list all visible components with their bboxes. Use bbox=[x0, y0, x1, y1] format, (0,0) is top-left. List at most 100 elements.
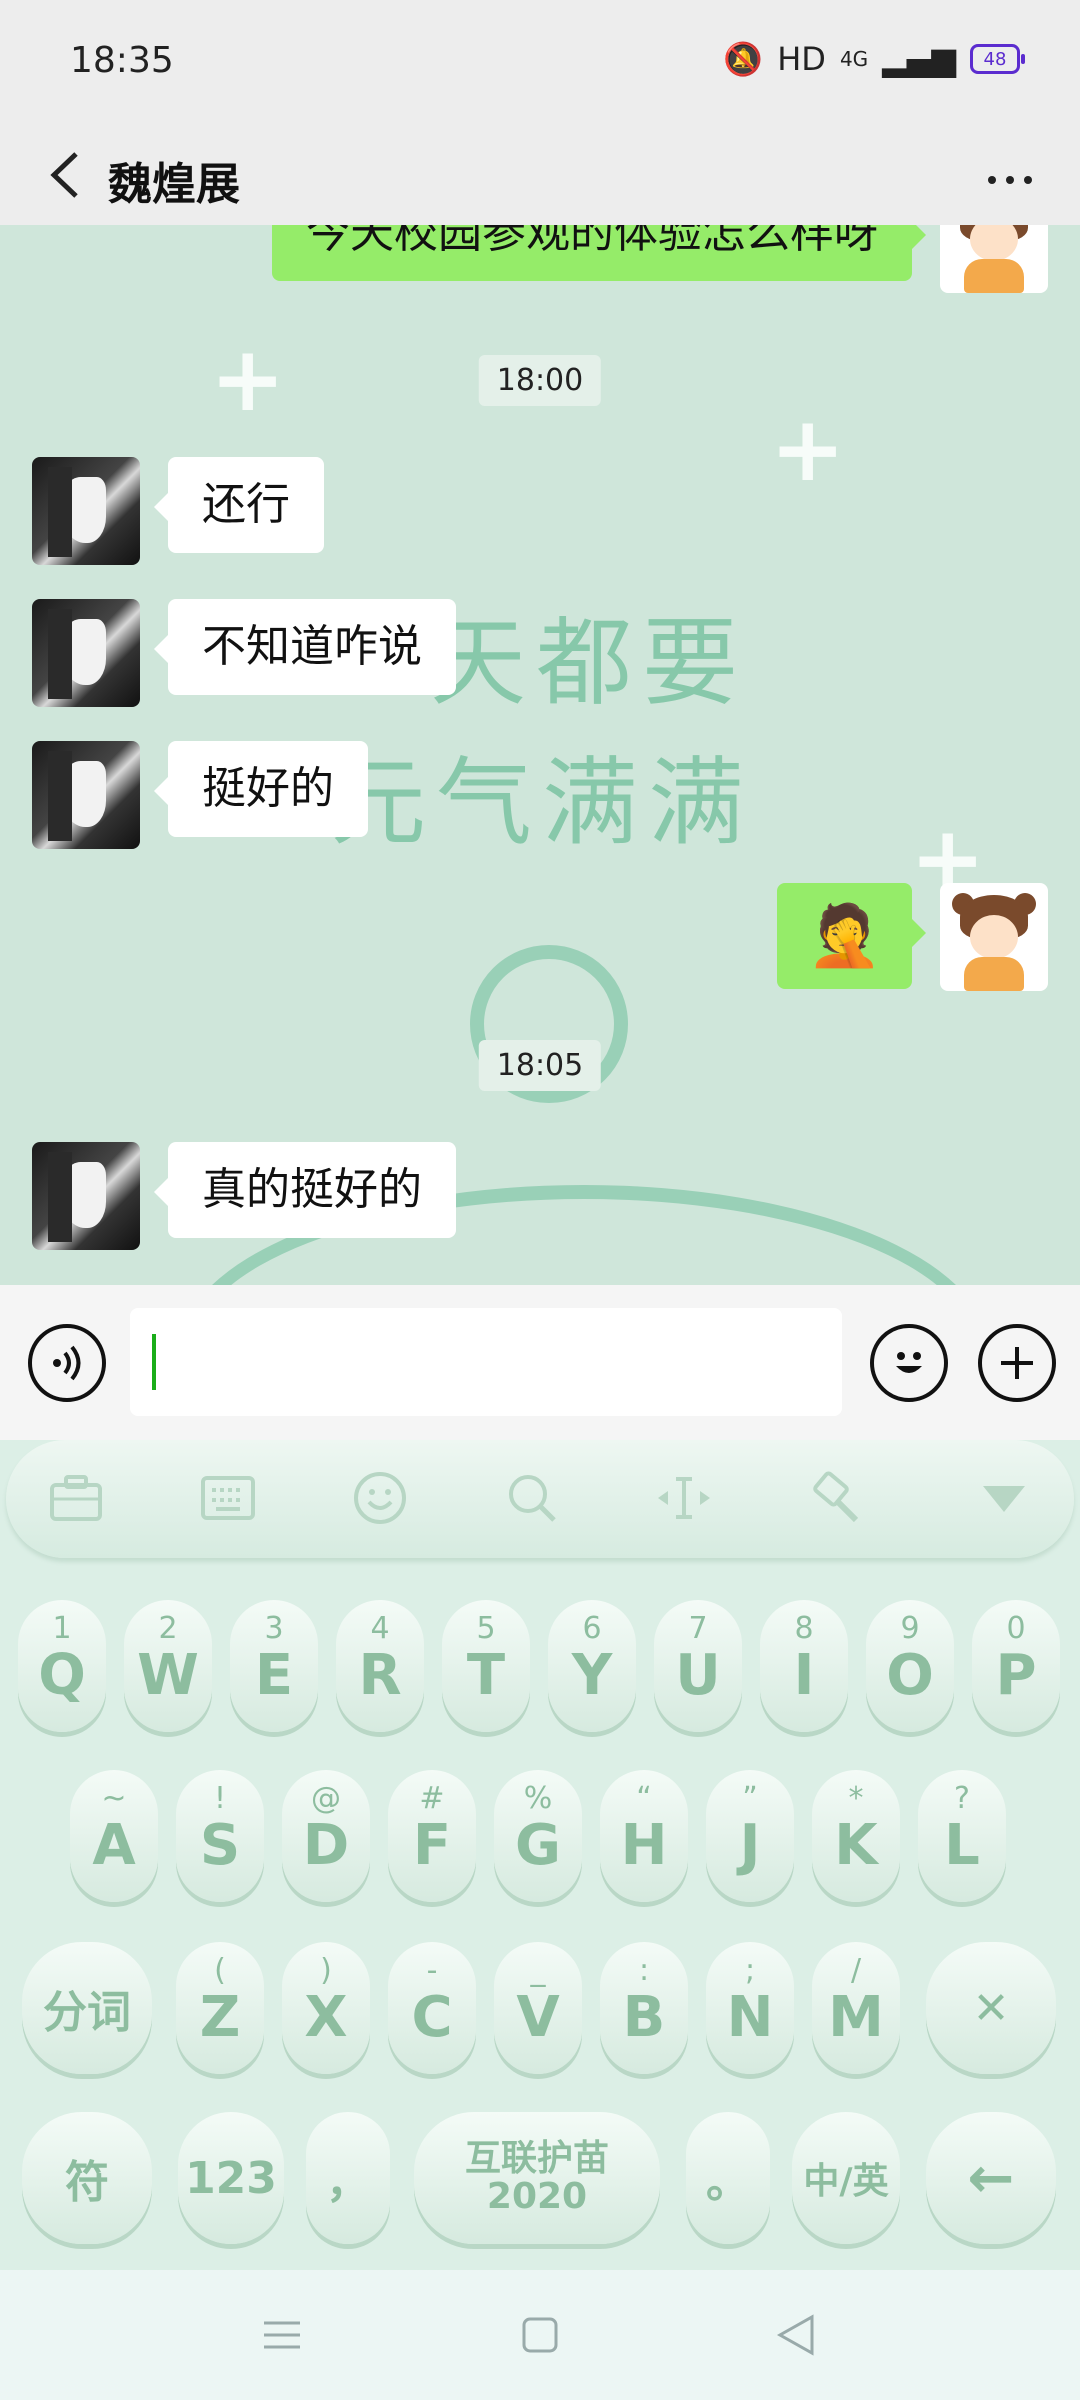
period-key[interactable]: 。 bbox=[686, 2112, 770, 2244]
key-x[interactable]: ) X bbox=[282, 1942, 370, 2074]
emoji-button[interactable] bbox=[870, 1324, 948, 1402]
key-main-label: L bbox=[944, 1813, 980, 1878]
signal-icon: ▂▄▆ bbox=[882, 40, 956, 78]
key-alt-label: ? bbox=[954, 1781, 970, 1816]
key-h[interactable]: “H bbox=[600, 1770, 688, 1902]
message-input[interactable] bbox=[130, 1308, 842, 1416]
emoji-icon[interactable] bbox=[348, 1466, 412, 1530]
space-key[interactable]: 互联护苗 2020 bbox=[414, 2112, 660, 2244]
message-bubble[interactable]: 还行 bbox=[154, 457, 324, 554]
space-key-label-year: 2020 bbox=[486, 2176, 588, 2217]
message-timestamp: 18:00 bbox=[478, 355, 602, 406]
key-alt-label: ; bbox=[744, 1953, 756, 1988]
delete-key[interactable]: ✕ bbox=[926, 1942, 1056, 2074]
key-alt-label: 7 bbox=[688, 1611, 708, 1646]
fenci-key[interactable]: 分词 bbox=[22, 1942, 152, 2074]
key-alt-label: ” bbox=[742, 1781, 758, 1816]
key-alt-label: * bbox=[848, 1781, 864, 1816]
key-alt-label: ! bbox=[213, 1781, 227, 1816]
key-r[interactable]: 4R bbox=[336, 1600, 424, 1732]
key-u[interactable]: 7U bbox=[654, 1600, 742, 1732]
back-button[interactable] bbox=[30, 135, 100, 215]
key-e[interactable]: 3E bbox=[230, 1600, 318, 1732]
key-a[interactable]: ~ A bbox=[70, 1770, 158, 1902]
enter-key[interactable]: ← bbox=[926, 2112, 1056, 2244]
menu-nav-button[interactable] bbox=[252, 2310, 312, 2360]
key-i[interactable]: 8I bbox=[760, 1600, 848, 1732]
key-alt-label: 0 bbox=[1006, 1611, 1026, 1646]
key-alt-label: 3 bbox=[264, 1611, 284, 1646]
battery-level: 48 bbox=[983, 48, 1007, 70]
key-c[interactable]: -C bbox=[388, 1942, 476, 2074]
contact-avatar[interactable] bbox=[32, 599, 140, 707]
key-main-label: Y bbox=[571, 1643, 613, 1708]
skin-brush-icon[interactable] bbox=[804, 1466, 868, 1530]
contact-avatar[interactable] bbox=[32, 1142, 140, 1250]
key-b[interactable]: :B bbox=[600, 1942, 688, 2074]
contact-avatar[interactable] bbox=[32, 741, 140, 849]
key-main-label: H bbox=[620, 1813, 668, 1878]
keyboard: 1Q2W3E4R5T6Y7U8I9O0P ~ A! S @ D # F% G “H” J * K? L … bbox=[0, 1440, 1080, 2270]
message-input-bar bbox=[0, 1285, 1080, 1440]
key-d[interactable]: @ D bbox=[282, 1770, 370, 1902]
key-alt-label: # bbox=[419, 1781, 445, 1816]
key-w[interactable]: 2W bbox=[124, 1600, 212, 1732]
message-row-incoming: 真的挺好的 bbox=[32, 1142, 456, 1250]
more-functions-button[interactable] bbox=[978, 1324, 1056, 1402]
message-bubble[interactable]: 不知道咋说 bbox=[154, 599, 456, 696]
key-f[interactable]: # F bbox=[388, 1770, 476, 1902]
emoji-message-bubble[interactable]: 🤦 bbox=[777, 883, 926, 989]
key-main-label: O bbox=[886, 1643, 934, 1708]
key-alt-label: 9 bbox=[900, 1611, 920, 1646]
my-avatar[interactable] bbox=[940, 225, 1048, 293]
key-alt-label: % bbox=[523, 1781, 553, 1816]
status-icons: 🔕 HD 4G ▂▄▆ 48 bbox=[723, 40, 1025, 78]
message-row-outgoing: 🤦 bbox=[777, 883, 1048, 991]
key-v[interactable]: _ V bbox=[494, 1942, 582, 2074]
mute-bell-icon: 🔕 bbox=[723, 40, 764, 78]
key-y[interactable]: 6Y bbox=[548, 1600, 636, 1732]
message-bubble[interactable]: 今天校园参观的体验怎么样呀 bbox=[272, 225, 926, 282]
more-options-button[interactable] bbox=[970, 150, 1050, 210]
key-l[interactable]: ? L bbox=[918, 1770, 1006, 1902]
keyboard-icon[interactable] bbox=[196, 1466, 260, 1530]
my-avatar[interactable] bbox=[940, 883, 1048, 991]
symbol-key[interactable]: 符 bbox=[22, 2112, 152, 2244]
key-k[interactable]: * K bbox=[812, 1770, 900, 1902]
cursor-move-icon[interactable] bbox=[652, 1466, 716, 1530]
briefcase-icon[interactable] bbox=[44, 1466, 108, 1530]
key-main-label: M bbox=[828, 1985, 884, 2050]
number-key[interactable]: 123 bbox=[178, 2112, 284, 2244]
message-bubble[interactable]: 挺好的 bbox=[154, 741, 368, 838]
key-q[interactable]: 1Q bbox=[18, 1600, 106, 1732]
triangle-back-icon bbox=[776, 2314, 814, 2356]
key-g[interactable]: % G bbox=[494, 1770, 582, 1902]
key-alt-label: - bbox=[426, 1953, 438, 1988]
key-t[interactable]: 5T bbox=[442, 1600, 530, 1732]
key-j[interactable]: ” J bbox=[706, 1770, 794, 1902]
back-nav-button[interactable] bbox=[766, 2310, 826, 2360]
home-nav-button[interactable] bbox=[510, 2310, 570, 2360]
contact-avatar[interactable] bbox=[32, 457, 140, 565]
battery-icon: 48 bbox=[970, 44, 1025, 74]
key-alt-label: ) bbox=[320, 1953, 332, 1988]
comma-key[interactable]: ， bbox=[306, 2112, 390, 2244]
language-switch-key[interactable]: 中/英 bbox=[792, 2112, 900, 2244]
key-n[interactable]: ; N bbox=[706, 1942, 794, 2074]
wallpaper-text-1: 天都要 bbox=[430, 607, 748, 719]
collapse-keyboard-icon[interactable] bbox=[972, 1466, 1036, 1530]
key-m[interactable]: / M bbox=[812, 1942, 900, 2074]
key-o[interactable]: 9O bbox=[866, 1600, 954, 1732]
key-main-label: T bbox=[466, 1643, 506, 1708]
network-indicator: 4G bbox=[839, 47, 869, 71]
message-bubble[interactable]: 真的挺好的 bbox=[154, 1142, 456, 1239]
key-alt-label: / bbox=[850, 1953, 862, 1988]
key-s[interactable]: ! S bbox=[176, 1770, 264, 1902]
key-p[interactable]: 0P bbox=[972, 1600, 1060, 1732]
chat-area[interactable]: + + + 天都要 元气满满 今天校园参观的体验怎么样呀 18:00 还行 不知… bbox=[0, 225, 1080, 1285]
search-icon[interactable] bbox=[500, 1466, 564, 1530]
key-z[interactable]: (Z bbox=[176, 1942, 264, 2074]
key-main-label: E bbox=[254, 1643, 294, 1708]
wallpaper-text-2: 元气满满 bbox=[330, 747, 754, 859]
voice-button[interactable] bbox=[28, 1324, 106, 1402]
